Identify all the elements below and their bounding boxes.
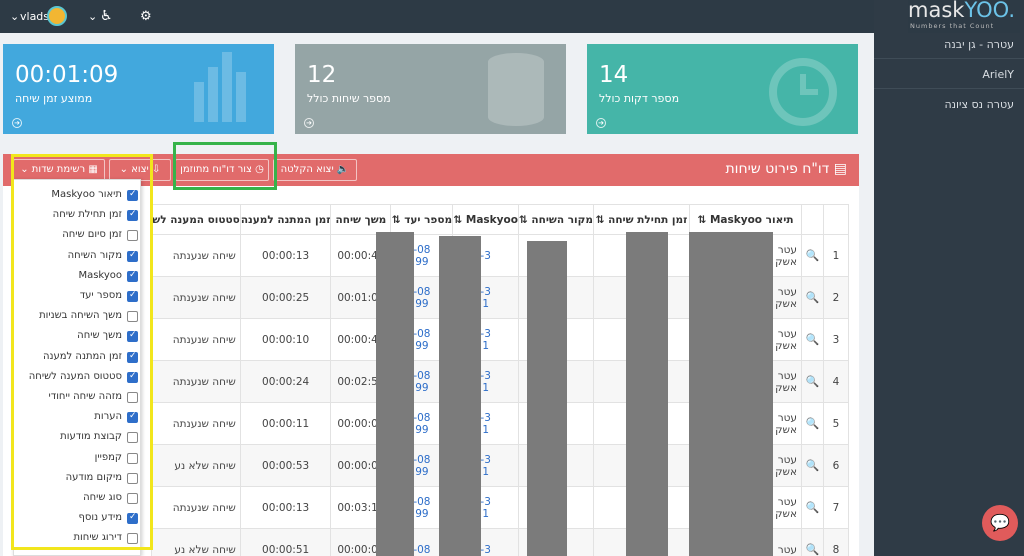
redacted-block: [439, 236, 481, 556]
cell-wait-time: 00:00:13: [239, 486, 332, 529]
cell-wait-time: 00:00:24: [239, 360, 332, 403]
sidebar-divider: [874, 58, 1024, 59]
sort-icon[interactable]: ⇅: [454, 214, 462, 226]
cell-wait-time: 00:00:10: [239, 318, 332, 361]
tile-value: 00:01:09: [15, 62, 119, 88]
zoom-icon[interactable]: 🔍: [801, 402, 824, 445]
cell-status: שיחה שלא נע: [151, 444, 241, 487]
arrow-circle-icon[interactable]: ➔: [596, 118, 606, 128]
database-icon: [488, 53, 544, 126]
sidebar-divider: [874, 88, 1024, 89]
tile-total-calls[interactable]: 12 מספר שיחות כולל ➔: [295, 44, 566, 134]
accessibility-caret[interactable]: ⌄: [88, 0, 97, 33]
sort-icon[interactable]: ⇅: [596, 214, 605, 226]
sort-icon[interactable]: ⇅: [392, 214, 401, 226]
cell-wait-time: 00:00:53: [239, 444, 332, 487]
zoom-icon[interactable]: 🔍: [801, 360, 824, 403]
cell-wait-time: 00:00:25: [239, 276, 332, 319]
zoom-icon[interactable]: 🔍: [801, 318, 824, 361]
column-header-start-time[interactable]: זמן תחילת שיחה ⇅: [593, 204, 690, 235]
zoom-icon[interactable]: 🔍: [801, 234, 824, 277]
cell-status: שיחה שנענתה: [151, 486, 241, 529]
tile-average-call-time[interactable]: 00:01:09 ממוצע זמן שיחה ➔: [3, 44, 274, 134]
sort-icon[interactable]: ⇅: [697, 214, 706, 226]
column-header-source[interactable]: מקור השיחה ⇅: [517, 204, 595, 235]
tile-total-minutes[interactable]: 14 מספר דקות כולל ➔: [587, 44, 858, 134]
sidebar-item-ariely[interactable]: ArielY: [982, 68, 1014, 81]
cell-status: שיחה שנענתה: [151, 276, 241, 319]
cell-status: שיחה שלא נע: [151, 528, 241, 556]
bar-chart-icon: [194, 52, 246, 122]
row-number: 7: [823, 486, 849, 529]
export-recording-button[interactable]: יצוא הקלטה 🔈: [273, 159, 357, 181]
tile-label: מספר שיחות כולל: [307, 92, 391, 105]
row-number: 8: [823, 528, 849, 556]
cell-status: שיחה שנענתה: [151, 318, 241, 361]
column-header-destination[interactable]: מספר יעד ⇅: [390, 204, 454, 235]
column-header-description[interactable]: תיאור Maskyoo ⇅: [689, 204, 802, 235]
row-number: 6: [823, 444, 849, 487]
cell-status: שיחה שנענתה: [151, 360, 241, 403]
highlight-field-list: [11, 154, 153, 550]
column-header: [801, 204, 824, 235]
arrow-circle-icon[interactable]: ➔: [12, 118, 22, 128]
row-number: 4: [823, 360, 849, 403]
logo-tagline: Numbers that Count: [910, 22, 995, 30]
column-header: [823, 204, 849, 235]
cell-wait-time: 00:00:13: [239, 234, 332, 277]
zoom-icon[interactable]: 🔍: [801, 486, 824, 529]
user-menu-caret[interactable]: ⌄: [10, 0, 19, 33]
chat-icon[interactable]: 💬: [982, 505, 1018, 541]
clock-icon: [769, 58, 837, 126]
redacted-block: [527, 241, 567, 556]
cell-status: שיחה שנענתה: [151, 234, 241, 277]
row-number: 1: [823, 234, 849, 277]
user-name[interactable]: vlads: [20, 0, 49, 33]
download-icon: ⇩: [151, 164, 161, 175]
column-header-duration[interactable]: משך שיחה: [330, 204, 392, 235]
column-header-status[interactable]: סטטוס המענה לש: [151, 204, 241, 235]
sort-icon[interactable]: ⇅: [519, 214, 527, 226]
zoom-icon[interactable]: 🔍: [801, 444, 824, 487]
zoom-icon[interactable]: 🔍: [801, 528, 824, 556]
highlight-scheduled-report: [173, 142, 277, 190]
tile-label: מספר דקות כולל: [599, 92, 680, 105]
arrow-circle-icon[interactable]: ➔: [304, 118, 314, 128]
wheelchair-icon[interactable]: ♿: [100, 0, 113, 33]
zoom-icon[interactable]: 🔍: [801, 276, 824, 319]
redacted-block: [689, 232, 773, 556]
report-icon: ▤: [833, 161, 847, 177]
sidebar-item-atara-nes-ziona[interactable]: עטרה נס ציונה: [944, 98, 1014, 111]
column-header-maskyoo[interactable]: Maskyoo ⇅: [452, 204, 519, 235]
row-number: 3: [823, 318, 849, 361]
redacted-block: [376, 232, 414, 556]
cell-status: שיחה שנענתה: [151, 402, 241, 445]
row-number: 2: [823, 276, 849, 319]
cell-wait-time: 00:00:51: [239, 528, 332, 556]
row-number: 5: [823, 402, 849, 445]
tile-label: ממוצע זמן שיחה: [15, 92, 93, 105]
tile-value: 12: [307, 62, 337, 88]
sidebar: עטרה - גן יבנה ArielY עטרה נס ציונה: [874, 0, 1024, 556]
redacted-block: [626, 232, 668, 556]
speaker-icon: 🔈: [336, 164, 350, 175]
tile-value: 14: [599, 62, 629, 88]
panel-title: דו"ח פירוט שיחות ▤: [725, 161, 847, 177]
top-bar: ⌄ vlads ⌄ ♿ ⚙: [0, 0, 874, 33]
column-header-wait-time[interactable]: זמן המתנה למענה: [239, 204, 332, 235]
sidebar-item-atara-gan-yavne[interactable]: עטרה - גן יבנה: [944, 38, 1014, 51]
avatar[interactable]: [47, 6, 67, 26]
gear-icon[interactable]: ⚙: [140, 0, 152, 33]
cell-wait-time: 00:00:11: [239, 402, 332, 445]
maskyoo-logo[interactable]: maskYOO. Numbers that Count: [908, 0, 1020, 33]
